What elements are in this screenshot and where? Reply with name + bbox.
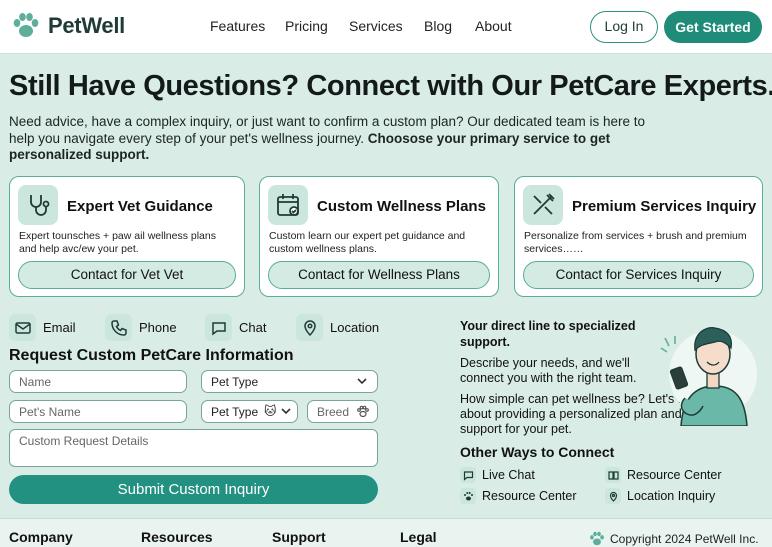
contact-wellness-button[interactable]: Contact for Wellness Plans xyxy=(268,261,490,289)
card-description: Expert tounsches + paw ail wellness plan… xyxy=(19,230,216,255)
other-way-resource-center-2[interactable]: Resource Center xyxy=(460,488,577,504)
other-way-label: Location Inquiry xyxy=(627,489,716,503)
other-way-resource-center[interactable]: Resource Center xyxy=(605,467,722,483)
other-way-location-inquiry[interactable]: Location Inquiry xyxy=(605,488,715,504)
card-title: Expert Vet Guidance xyxy=(67,198,213,215)
custom-request-textarea[interactable]: Custom Request Details xyxy=(9,429,378,467)
contact-vet-button[interactable]: Contact for Vet Vet xyxy=(18,261,236,289)
nav-link-services[interactable]: Services xyxy=(349,18,403,34)
card-description: Personalize from services + brush and pr… xyxy=(524,230,747,255)
nav-link-pricing[interactable]: Pricing xyxy=(285,18,328,34)
paw-logo-icon xyxy=(590,531,604,546)
other-way-live-chat[interactable]: Live Chat xyxy=(460,467,535,483)
side-paragraph-1: Describe your needs, and we'll connect y… xyxy=(460,356,637,385)
pet-type-select-2[interactable]: Pet Type 🐱︎ xyxy=(201,400,298,423)
nav-link-features[interactable]: Features xyxy=(210,18,265,34)
chevron-down-icon xyxy=(281,408,291,415)
other-ways-title: Other Ways to Connect xyxy=(460,444,615,460)
card-title: Custom Wellness Plans xyxy=(317,198,486,215)
channel-email[interactable]: Email xyxy=(9,314,76,341)
other-way-label: Live Chat xyxy=(482,468,535,482)
logo[interactable]: PetWell xyxy=(10,10,125,42)
support-agent-illustration xyxy=(660,327,757,426)
grooming-tools-icon xyxy=(523,185,563,225)
location-icon xyxy=(296,314,323,341)
submit-inquiry-button[interactable]: Submit Custom Inquiry xyxy=(9,475,378,504)
other-way-label: Resource Center xyxy=(482,489,577,503)
breed-placeholder: Breed xyxy=(317,405,350,419)
channel-location[interactable]: Location xyxy=(296,314,379,341)
card-vet-guidance: Expert Vet Guidance Expert tounsches + p… xyxy=(9,176,245,297)
hero-title: Still Have Questions? Connect with Our P… xyxy=(9,70,772,102)
form-title: Request Custom PetCare Information xyxy=(9,347,294,364)
nav-link-about[interactable]: About xyxy=(475,18,512,34)
card-description: Custom learn our expert pet guidance and… xyxy=(269,230,466,255)
channel-label: Phone xyxy=(139,320,177,335)
nav-link-blog[interactable]: Blog xyxy=(424,18,452,34)
channel-chat[interactable]: Chat xyxy=(205,314,266,341)
channel-label: Chat xyxy=(239,320,267,335)
other-way-label: Resource Center xyxy=(627,468,722,482)
channel-label: Location xyxy=(330,320,380,335)
brand-name: PetWell xyxy=(48,13,125,38)
side-headline: Your direct line to specialized support. xyxy=(460,319,636,349)
card-title: Premium Services Inquiry xyxy=(572,198,757,215)
card-wellness-plans: Custom Wellness Plans Custom learn our e… xyxy=(259,176,499,297)
copyright-text: Copyright 2024 PetWell Inc. xyxy=(610,532,759,546)
name-field[interactable]: Name xyxy=(9,370,187,393)
footer-link-support[interactable]: Support xyxy=(272,529,326,545)
get-started-button[interactable]: Get Started xyxy=(664,11,762,43)
stethoscope-icon xyxy=(18,185,58,225)
pet-type-select[interactable]: Pet Type xyxy=(201,370,378,393)
book-icon xyxy=(605,467,621,483)
channel-label: Email xyxy=(43,320,76,335)
pets-name-field[interactable]: Pet's Name xyxy=(9,400,187,423)
chat-icon xyxy=(205,314,232,341)
copyright: Copyright 2024 PetWell Inc. xyxy=(588,530,759,547)
phone-icon xyxy=(105,314,132,341)
contact-services-button[interactable]: Contact for Services Inquiry xyxy=(523,261,754,289)
login-button[interactable]: Log In xyxy=(590,11,658,43)
paw-logo-icon xyxy=(13,13,39,37)
breed-field[interactable]: Breed xyxy=(307,400,378,423)
footer-link-legal[interactable]: Legal xyxy=(400,529,437,545)
pet-type-value: Pet Type xyxy=(211,405,259,419)
cat-icon: 🐱︎ xyxy=(264,404,277,418)
top-navigation: PetWell Features Pricing Services Blog A… xyxy=(0,0,772,54)
card-premium-services: Premium Services Inquiry Personalize fro… xyxy=(514,176,763,297)
calendar-icon xyxy=(268,185,308,225)
location-pin-icon xyxy=(605,488,621,504)
hero-subtitle: Need advice, have a complex inquiry, or … xyxy=(9,114,669,164)
chat-bubble-icon xyxy=(460,467,476,483)
chevron-down-icon xyxy=(357,378,367,385)
contact-channels: Email Phone Chat Location xyxy=(9,314,399,342)
pet-type-value: Pet Type xyxy=(211,375,259,389)
footer-link-company[interactable]: Company xyxy=(9,529,73,545)
footer: Company Resources Support Legal Copyrigh… xyxy=(0,518,772,547)
channel-phone[interactable]: Phone xyxy=(105,314,177,341)
paw-icon xyxy=(357,405,369,418)
footer-link-resources[interactable]: Resources xyxy=(141,529,213,545)
email-icon xyxy=(9,314,36,341)
paw-icon xyxy=(460,488,476,504)
